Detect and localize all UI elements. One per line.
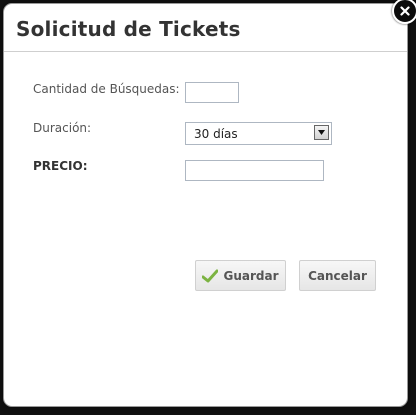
chevron-down-icon[interactable] [314,125,329,140]
precio-input[interactable] [185,160,324,181]
duracion-select[interactable]: 30 días [185,122,332,145]
duracion-selected-value: 30 días [194,127,238,141]
cancel-button[interactable]: Cancelar [299,260,376,291]
close-icon[interactable] [392,0,416,24]
cantidad-input[interactable] [185,82,239,103]
dialog-title: Solicitud de Tickets [16,17,241,41]
duracion-label: Duración: [33,121,92,135]
ticket-request-dialog: Solicitud de Tickets Cantidad de Búsqued… [3,3,408,407]
save-button[interactable]: Guardar [195,260,286,291]
cancel-button-label: Cancelar [308,268,367,283]
cantidad-label: Cantidad de Búsquedas: [33,82,180,96]
dialog-header: Solicitud de Tickets [4,4,407,52]
precio-label: PRECIO: [33,159,88,173]
checkmark-icon [202,269,219,283]
save-button-label: Guardar [223,268,279,283]
